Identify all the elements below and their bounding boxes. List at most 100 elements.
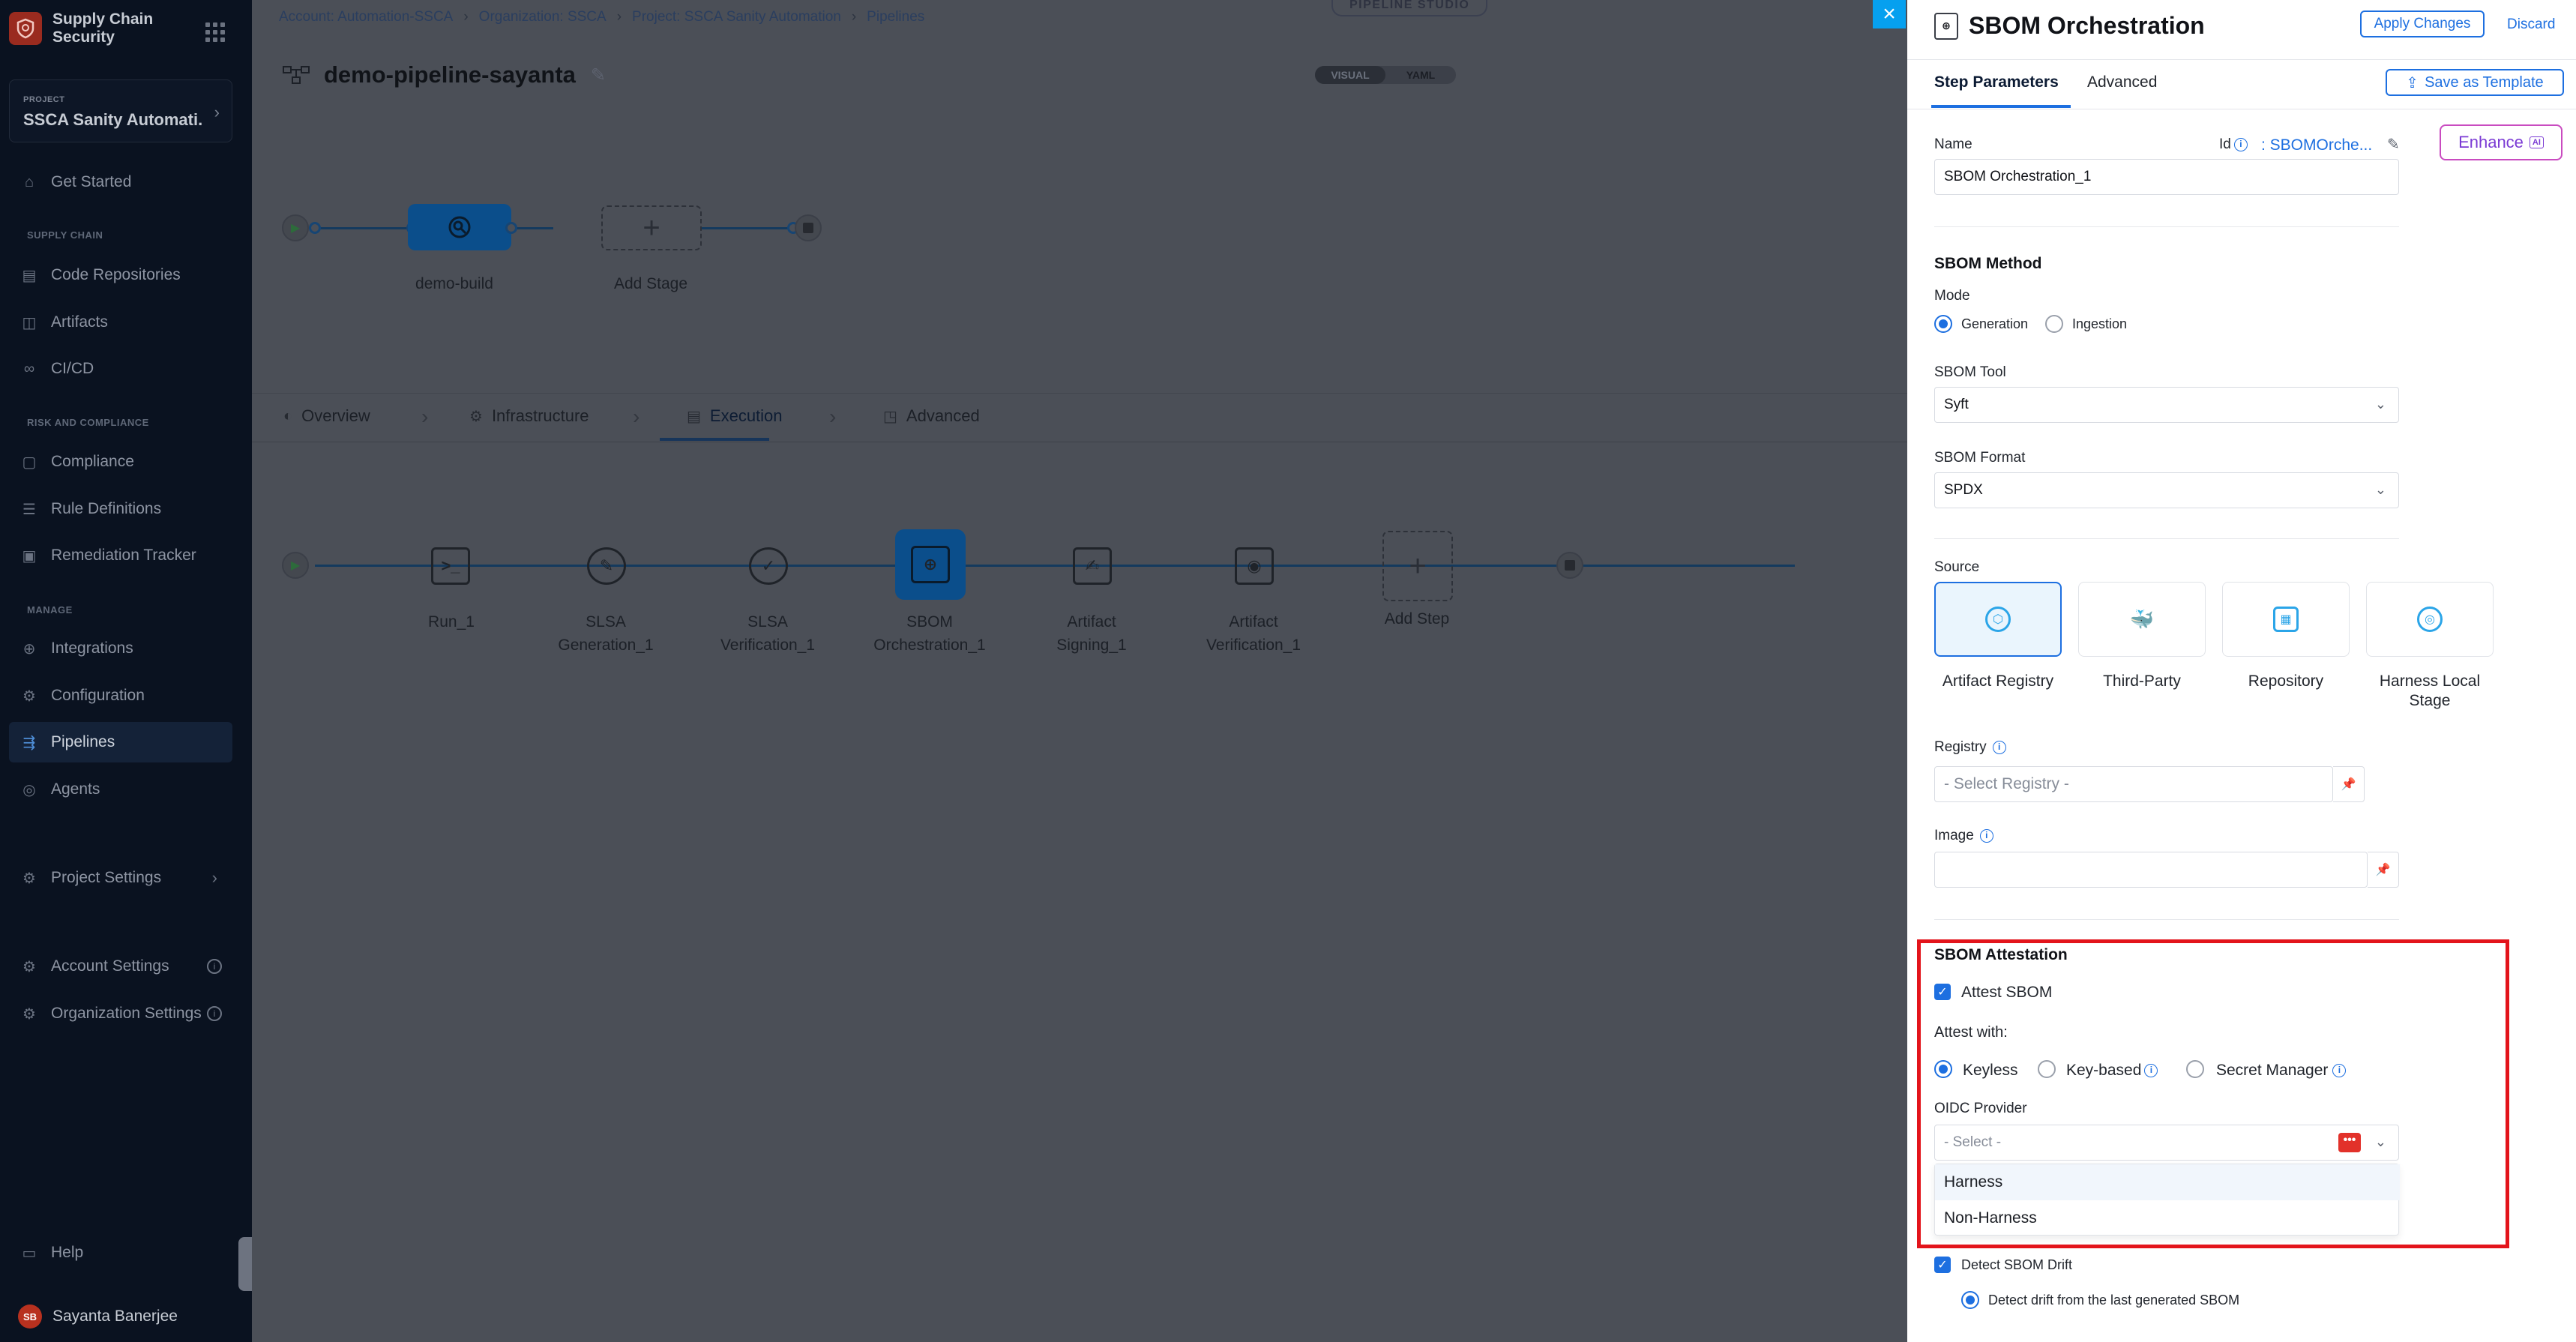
yaml-toggle[interactable]: YAML bbox=[1385, 66, 1456, 84]
tab-overview[interactable]: ◐ Overview bbox=[283, 406, 370, 426]
sidebar-collapse-handle[interactable] bbox=[238, 1237, 252, 1291]
name-input[interactable]: SBOM Orchestration_1 bbox=[1934, 159, 2399, 195]
sidebar: Supply Chain Security PROJECT SSCA Sanit… bbox=[0, 0, 252, 1342]
sbom-format-select[interactable]: SPDX ⌄ bbox=[1934, 472, 2399, 508]
tab-infrastructure[interactable]: ⚙ Infrastructure bbox=[469, 406, 589, 426]
source-third-party[interactable]: 🐳 bbox=[2078, 582, 2206, 657]
stage-demo-build[interactable] bbox=[408, 204, 511, 250]
mode-generation-radio[interactable] bbox=[1934, 315, 1952, 333]
edit-icon[interactable]: ✎ bbox=[591, 64, 606, 86]
chevron-down-icon: ⌄ bbox=[2374, 482, 2386, 497]
visual-toggle[interactable]: VISUAL bbox=[1315, 66, 1385, 84]
enhance-ai-button[interactable]: Enhance AI bbox=[2440, 124, 2563, 160]
edit-id-icon[interactable]: ✎ bbox=[2387, 135, 2400, 154]
info-icon[interactable]: i bbox=[1979, 828, 1993, 843]
tab-advanced[interactable]: Advanced bbox=[2087, 73, 2157, 91]
mode-ingestion-radio[interactable] bbox=[2045, 315, 2063, 333]
sidebar-item-artifacts[interactable]: ◫ Artifacts bbox=[9, 302, 232, 343]
mode-label: Mode bbox=[1934, 288, 1970, 304]
chevron-right-icon: › bbox=[421, 405, 429, 428]
source-label-repository: Repository bbox=[2248, 672, 2324, 690]
pipeline-studio-label: PIPELINE STUDIO bbox=[1331, 0, 1488, 16]
breadcrumb-separator: › bbox=[616, 9, 622, 25]
tab-execution[interactable]: ▤ Execution bbox=[687, 406, 783, 426]
step-sbom-orchestration[interactable]: ⊕ bbox=[895, 529, 966, 600]
step-slsa-generation[interactable]: ✎ bbox=[571, 531, 642, 601]
view-toggle[interactable]: VISUAL YAML bbox=[1315, 66, 1456, 84]
sidebar-item-compliance[interactable]: ▢ Compliance bbox=[9, 442, 232, 482]
pin-icon[interactable]: 📌 bbox=[2368, 852, 2399, 888]
info-icon[interactable]: i bbox=[2233, 137, 2248, 151]
tab-step-parameters[interactable]: Step Parameters bbox=[1934, 73, 2059, 91]
discard-button[interactable]: Discard bbox=[2507, 16, 2555, 33]
step-label-line: SBOM bbox=[906, 613, 953, 631]
configuration-icon: ⚙ bbox=[22, 687, 36, 705]
section-manage: MANAGE bbox=[27, 604, 73, 616]
add-stage-button[interactable]: + bbox=[601, 205, 702, 250]
source-harness-local-stage[interactable]: ◎ bbox=[2366, 582, 2494, 657]
docker-icon: 🐳 bbox=[2129, 607, 2155, 631]
apply-changes-button[interactable]: Apply Changes bbox=[2360, 10, 2485, 37]
sidebar-item-cicd[interactable]: ∞ CI/CD bbox=[9, 349, 232, 389]
sidebar-item-account-settings[interactable]: ⚙ Account Settings i bbox=[9, 946, 232, 987]
add-step-button[interactable]: + bbox=[1382, 531, 1453, 601]
step-artifact-verification[interactable]: ◉ bbox=[1219, 531, 1289, 601]
sidebar-item-label: CI/CD bbox=[51, 360, 94, 377]
sbom-format-value: SPDX bbox=[1944, 482, 1983, 498]
step-slsa-verification[interactable]: ✓ bbox=[733, 531, 804, 601]
info-icon[interactable]: i bbox=[1992, 740, 2006, 754]
slsa-verification-icon: ✓ bbox=[749, 547, 788, 585]
sbom-method-heading: SBOM Method bbox=[1934, 255, 2042, 272]
tab-label: Overview bbox=[301, 406, 370, 425]
connector-line bbox=[702, 227, 798, 229]
stage-label: demo-build bbox=[415, 275, 493, 292]
build-icon bbox=[448, 216, 471, 238]
sidebar-item-rule-definitions[interactable]: ☰ Rule Definitions bbox=[9, 489, 232, 529]
avatar: SB bbox=[18, 1305, 42, 1329]
image-label: Image i bbox=[1934, 828, 1993, 844]
sidebar-item-agents[interactable]: ◎ Agents bbox=[9, 769, 232, 810]
pipeline-studio: Account: Automation-SSCA › Organization: … bbox=[252, 0, 1907, 1342]
step-run[interactable]: >_ bbox=[415, 531, 486, 601]
save-as-template-button[interactable]: ⇪ Save as Template bbox=[2386, 69, 2564, 96]
sbom-icon: ⊕ bbox=[1934, 12, 1958, 40]
tab-label: Execution bbox=[709, 406, 783, 425]
close-icon[interactable]: × bbox=[1873, 0, 1906, 28]
ai-badge: AI bbox=[2529, 136, 2544, 148]
step-artifact-signing[interactable]: ✍ bbox=[1057, 531, 1128, 601]
source-label-artifact-registry: Artifact Registry bbox=[1942, 672, 2054, 690]
breadcrumb-organization[interactable]: Organization: SSCA bbox=[479, 9, 607, 25]
terminal-icon: >_ bbox=[431, 547, 470, 585]
brand[interactable]: Supply Chain Security bbox=[9, 10, 202, 46]
chevron-down-icon: ⌄ bbox=[2374, 397, 2386, 412]
sidebar-item-remediation-tracker[interactable]: ▣ Remediation Tracker bbox=[9, 535, 232, 576]
sidebar-item-organization-settings[interactable]: ⚙ Organization Settings i bbox=[9, 993, 232, 1034]
breadcrumb-project[interactable]: Project: SSCA Sanity Automation bbox=[632, 9, 841, 25]
sidebar-item-code-repositories[interactable]: ▤ Code Repositories bbox=[9, 255, 232, 295]
app-switcher-icon[interactable] bbox=[205, 22, 225, 42]
project-selector[interactable]: PROJECT SSCA Sanity Automati... › bbox=[9, 79, 232, 142]
sidebar-item-integrations[interactable]: ⊕ Integrations bbox=[9, 628, 232, 669]
drift-last-generated-radio[interactable] bbox=[1961, 1291, 1979, 1309]
sidebar-item-pipelines[interactable]: ⇶ Pipelines bbox=[9, 722, 232, 762]
step-label-line: Generation_1 bbox=[558, 637, 654, 654]
breadcrumb-pipelines[interactable]: Pipelines bbox=[867, 9, 924, 25]
sidebar-item-help[interactable]: ▭ Help bbox=[9, 1233, 232, 1273]
sbom-tool-select[interactable]: Syft ⌄ bbox=[1934, 387, 2399, 423]
image-input[interactable] bbox=[1934, 852, 2368, 888]
breadcrumb-account[interactable]: Account: Automation-SSCA bbox=[279, 9, 453, 25]
user-profile[interactable]: SB Sayanta Banerjee bbox=[18, 1305, 178, 1329]
sidebar-item-project-settings[interactable]: ⚙ Project Settings › bbox=[9, 858, 232, 898]
sidebar-item-get-started[interactable]: ⌂ Get Started bbox=[9, 162, 232, 202]
source-repository[interactable]: ▦ bbox=[2222, 582, 2350, 657]
registry-select[interactable]: - Select Registry - bbox=[1934, 766, 2333, 802]
source-artifact-registry[interactable]: ⬡ bbox=[1934, 582, 2062, 657]
source-label-line: Stage bbox=[2409, 692, 2451, 709]
step-label-line: SLSA bbox=[747, 613, 788, 631]
pin-icon[interactable]: 📌 bbox=[2333, 766, 2365, 802]
divider bbox=[1934, 226, 2399, 227]
sidebar-item-configuration[interactable]: ⚙ Configuration bbox=[9, 675, 232, 716]
image-label-text: Image bbox=[1934, 828, 1974, 843]
tab-advanced[interactable]: ◳ Advanced bbox=[883, 406, 980, 426]
detect-drift-checkbox[interactable]: ✓ bbox=[1934, 1257, 1951, 1273]
